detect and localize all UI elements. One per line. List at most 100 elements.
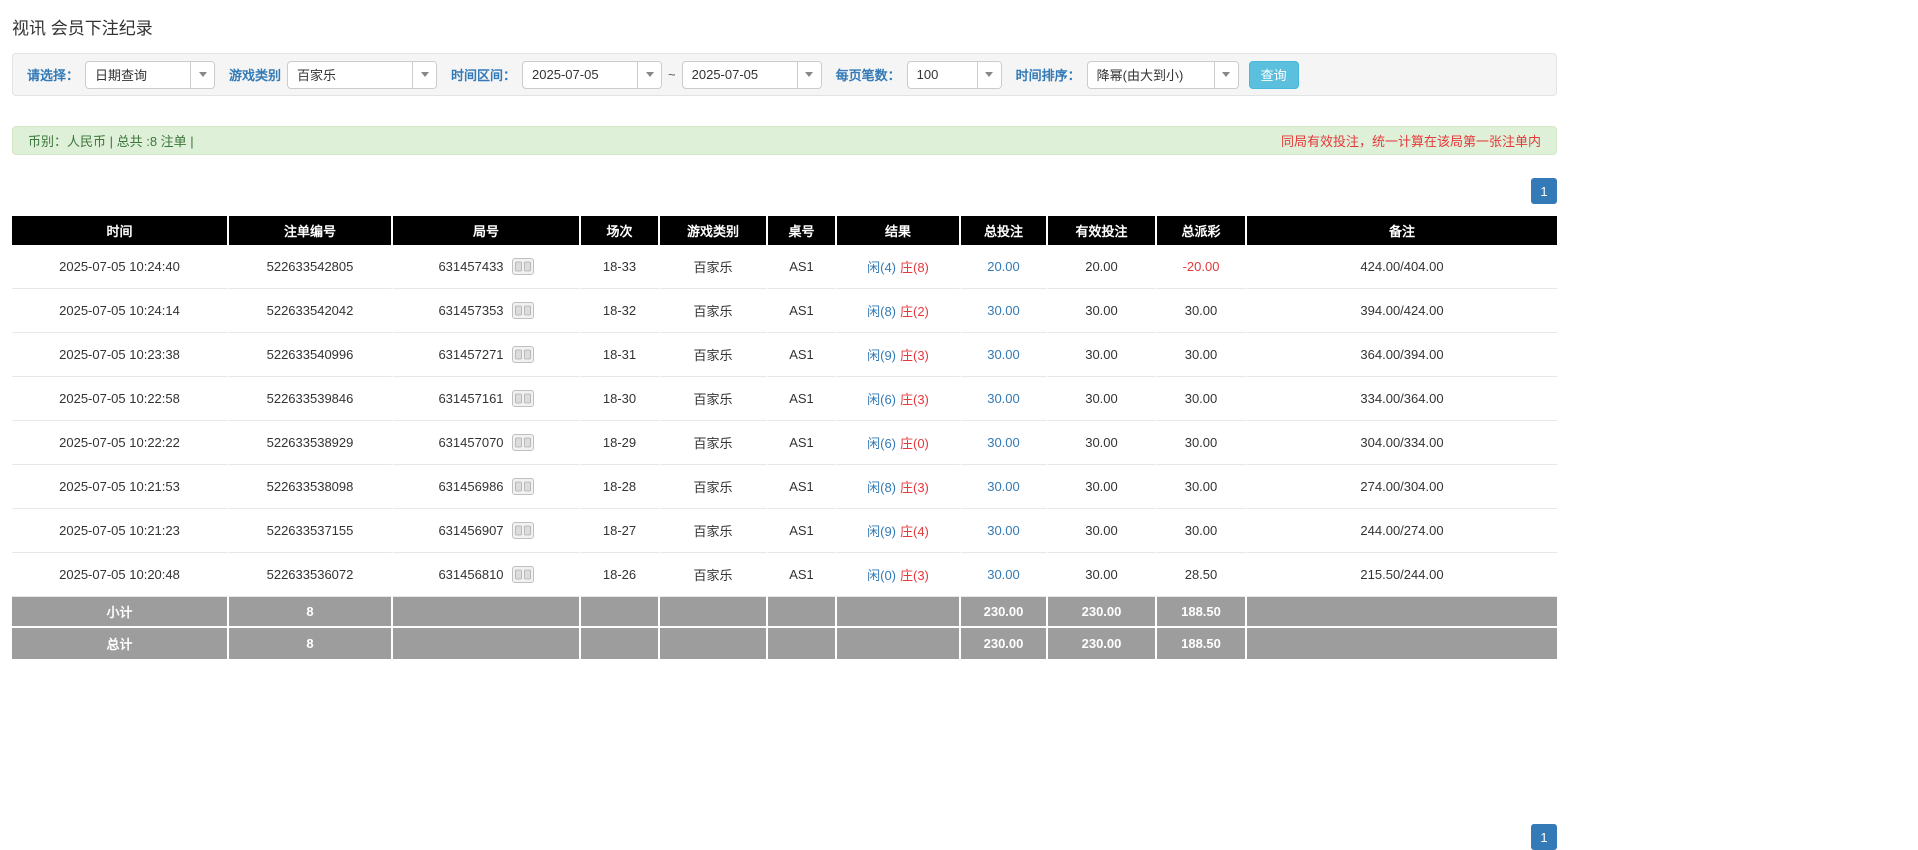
- cell-result: 闲(8) 庄(3): [837, 465, 961, 509]
- cell-bet-id: 522633537155: [229, 509, 393, 553]
- result-player-text: 闲(4): [867, 260, 896, 275]
- cell-valid-bet: 30.00: [1048, 289, 1157, 333]
- round-result-video-icon[interactable]: [511, 302, 534, 319]
- cell-table-no: AS1: [768, 421, 837, 465]
- footer-empty-cell: [837, 628, 961, 659]
- subtotal-label: 小计: [12, 597, 229, 628]
- round-result-video-icon[interactable]: [511, 258, 534, 275]
- cell-session: 18-33: [581, 245, 660, 289]
- subtotal-payout: 188.50: [1157, 597, 1247, 628]
- total-bet-link[interactable]: 30.00: [987, 523, 1020, 538]
- date-range-separator: ~: [668, 67, 676, 82]
- game-type-value: 百家乐: [297, 68, 337, 83]
- round-id-text: 631457433: [438, 259, 504, 274]
- cell-remark: 215.50/244.00: [1247, 553, 1557, 597]
- table-row: 2025-07-05 10:20:48 522633536072 6314568…: [12, 553, 1557, 597]
- total-bet-link[interactable]: 30.00: [987, 567, 1020, 582]
- date-from-value: 2025-07-05: [532, 67, 599, 82]
- caret-glyph: [420, 72, 429, 77]
- game-type-dropdown[interactable]: 百家乐: [287, 60, 438, 89]
- cell-total-bet: 30.00: [961, 289, 1048, 333]
- chevron-down-icon[interactable]: [412, 61, 437, 88]
- game-type-label: 游戏类别: [229, 68, 282, 83]
- table-row: 2025-07-05 10:23:38 522633540996 6314572…: [12, 333, 1557, 377]
- date-from-picker[interactable]: 2025-07-05: [522, 60, 663, 89]
- page-1-button[interactable]: 1: [1531, 178, 1557, 204]
- cell-bet-id: 522633539846: [229, 377, 393, 421]
- cell-time: 2025-07-05 10:22:58: [12, 377, 229, 421]
- total-bet-link[interactable]: 30.00: [987, 479, 1020, 494]
- total-bet-link[interactable]: 30.00: [987, 391, 1020, 406]
- content-area: 视讯 会员下注纪录 请选择： 日期查询 游戏类别 百家乐 时间区间： 2025-…: [12, 14, 1557, 850]
- total-bet-link[interactable]: 30.00: [987, 435, 1020, 450]
- cell-result: 闲(0) 庄(3): [837, 553, 961, 597]
- chevron-down-icon[interactable]: [637, 61, 662, 88]
- round-id-text: 631456986: [438, 479, 504, 494]
- total-bet-link[interactable]: 20.00: [987, 259, 1020, 274]
- col-header-table-no: 桌号: [768, 216, 837, 245]
- cell-session: 18-31: [581, 333, 660, 377]
- cell-remark: 364.00/394.00: [1247, 333, 1557, 377]
- chevron-down-icon[interactable]: [190, 61, 215, 88]
- time-range-label: 时间区间：: [451, 68, 517, 83]
- col-header-session: 场次: [581, 216, 660, 245]
- result-banker-text: 庄(8): [900, 260, 929, 275]
- col-header-time: 时间: [12, 216, 229, 245]
- cell-payout: 30.00: [1157, 377, 1247, 421]
- time-sort-dropdown[interactable]: 降幂(由大到小): [1086, 60, 1239, 89]
- cell-round-id: 631456907: [393, 509, 581, 553]
- grand-total-total-bet: 230.00: [961, 628, 1048, 659]
- search-button[interactable]: 查询: [1248, 60, 1299, 89]
- chevron-down-icon[interactable]: [1213, 61, 1238, 88]
- cell-valid-bet: 30.00: [1048, 553, 1157, 597]
- bet-records-table: 时间 注单编号 局号 场次 游戏类别 桌号 结果 总投注 有效投注 总派彩 备注…: [12, 216, 1557, 659]
- date-to-picker[interactable]: 2025-07-05: [681, 60, 822, 89]
- query-type-dropdown[interactable]: 日期查询: [85, 60, 216, 89]
- total-bet-link[interactable]: 30.00: [987, 303, 1020, 318]
- cell-time: 2025-07-05 10:21:53: [12, 465, 229, 509]
- table-body: 2025-07-05 10:24:40 522633542805 6314574…: [12, 245, 1557, 597]
- round-result-video-icon[interactable]: [511, 390, 534, 407]
- page-size-dropdown[interactable]: 100: [906, 60, 1002, 89]
- page-1-button[interactable]: 1: [1531, 824, 1557, 850]
- cell-bet-id: 522633538098: [229, 465, 393, 509]
- cell-table-no: AS1: [768, 509, 837, 553]
- footer-empty-cell: [660, 628, 768, 659]
- subtotal-valid-bet: 230.00: [1048, 597, 1157, 628]
- result-banker-text: 庄(0): [900, 436, 929, 451]
- round-result-video-icon[interactable]: [511, 478, 534, 495]
- cell-game-type: 百家乐: [660, 245, 768, 289]
- round-id-text: 631457271: [438, 347, 504, 362]
- result-banker-text: 庄(4): [900, 524, 929, 539]
- footer-empty-cell: [581, 597, 660, 628]
- round-result-video-icon[interactable]: [511, 566, 534, 583]
- cell-remark: 334.00/364.00: [1247, 377, 1557, 421]
- grand-total-payout: 188.50: [1157, 628, 1247, 659]
- round-id-text: 631456810: [438, 567, 504, 582]
- cell-time: 2025-07-05 10:24:40: [12, 245, 229, 289]
- footer-empty-cell: [768, 597, 837, 628]
- cell-bet-id: 522633538929: [229, 421, 393, 465]
- table-row: 2025-07-05 10:22:58 522633539846 6314571…: [12, 377, 1557, 421]
- round-result-video-icon[interactable]: [511, 346, 534, 363]
- chevron-down-icon[interactable]: [976, 61, 1001, 88]
- total-bet-link[interactable]: 30.00: [987, 347, 1020, 362]
- table-header-row: 时间 注单编号 局号 场次 游戏类别 桌号 结果 总投注 有效投注 总派彩 备注: [12, 216, 1557, 245]
- cell-result: 闲(9) 庄(3): [837, 333, 961, 377]
- col-header-bet-id: 注单编号: [229, 216, 393, 245]
- cell-bet-id: 522633542805: [229, 245, 393, 289]
- chevron-down-icon[interactable]: [796, 61, 821, 88]
- cell-game-type: 百家乐: [660, 421, 768, 465]
- round-result-video-icon[interactable]: [511, 522, 534, 539]
- caret-glyph: [1222, 72, 1231, 77]
- round-result-video-icon[interactable]: [511, 434, 534, 451]
- cell-total-bet: 20.00: [961, 245, 1048, 289]
- round-id-text: 631457161: [438, 391, 504, 406]
- cell-round-id: 631457433: [393, 245, 581, 289]
- cell-session: 18-28: [581, 465, 660, 509]
- col-header-total-bet: 总投注: [961, 216, 1048, 245]
- footer-empty-cell: [393, 597, 581, 628]
- cell-time: 2025-07-05 10:21:23: [12, 509, 229, 553]
- result-banker-text: 庄(3): [900, 392, 929, 407]
- cell-table-no: AS1: [768, 289, 837, 333]
